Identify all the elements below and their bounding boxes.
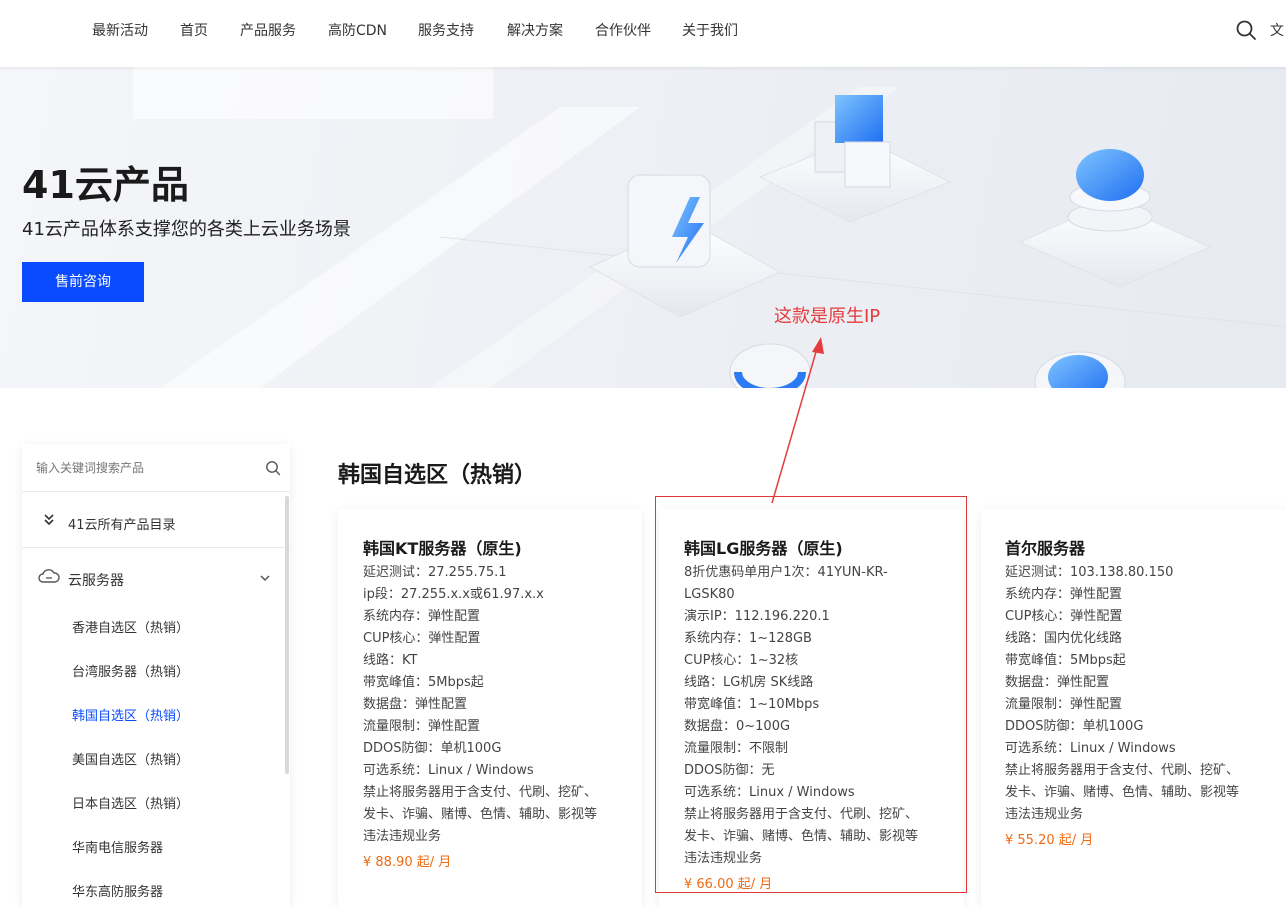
card-line: DDOS防御：无 — [684, 763, 775, 778]
presales-consult-button[interactable]: 售前咨询 — [22, 262, 144, 302]
language-switch[interactable]: 文 — [1270, 20, 1284, 40]
card-line: 违法违规业务 — [363, 829, 442, 844]
nav-item-latest-activities[interactable]: 最新活动 — [92, 20, 148, 40]
card-line: 带宽峰值：5Mbps起 — [1005, 653, 1126, 668]
sidebar-all-products[interactable]: 41云所有产品目录 — [22, 492, 290, 548]
nav-item-products[interactable]: 产品服务 — [240, 20, 296, 40]
card-line: 系统内存：1~128GB — [684, 631, 812, 646]
nav-item-about[interactable]: 关于我们 — [682, 20, 738, 40]
sidebar-search — [22, 444, 290, 492]
card-line: 线路：国内优化线路 — [1005, 631, 1123, 646]
card-line: 系统内存：弹性配置 — [363, 609, 481, 624]
card-line: 发卡、诈骗、赌博、色情、辅助、影视等 — [363, 807, 598, 822]
card-line: CUP核心：弹性配置 — [363, 631, 481, 646]
card-line: 数据盘：弹性配置 — [363, 697, 468, 712]
card-line: 数据盘：弹性配置 — [1005, 675, 1110, 690]
sidebar-item-korea[interactable]: 韩国自选区（热销） — [72, 705, 189, 724]
card-line: 流量限制：弹性配置 — [1005, 697, 1123, 712]
card-line: CUP核心：1~32核 — [684, 653, 799, 668]
section-title: 韩国自选区（热销） — [338, 463, 537, 488]
card-line: 流量限制：弹性配置 — [363, 719, 481, 734]
sidebar-item-japan[interactable]: 日本自选区（热销） — [72, 793, 189, 812]
card-title: 韩国KT服务器（原生) — [363, 539, 522, 558]
card-line: 线路：KT — [363, 653, 418, 668]
card-line: DDOS防御：单机100G — [363, 741, 502, 756]
card-line: 数据盘：0~100G — [684, 719, 791, 734]
double-chevron-down-icon — [42, 512, 56, 526]
card-line: LGSK80 — [684, 587, 735, 602]
card-line: 延迟测试：103.138.80.150 — [1005, 565, 1174, 580]
annotation-label: 这款是原生IP — [774, 306, 881, 327]
top-nav: 最新活动 首页 产品服务 高防CDN 服务支持 解决方案 合作伙伴 关于我们 文 — [0, 0, 1286, 67]
card-line: 可选系统：Linux / Windows — [1005, 741, 1176, 756]
card-title: 韩国LG服务器（原生) — [684, 539, 843, 558]
cloud-icon — [38, 568, 60, 584]
sidebar-item-south-china-telecom[interactable]: 华南电信服务器 — [72, 837, 163, 856]
page: 最新活动 首页 产品服务 高防CDN 服务支持 解决方案 合作伙伴 关于我们 文 — [0, 0, 1286, 907]
card-line: 可选系统：Linux / Windows — [684, 785, 855, 800]
hero-subtitle: 41云产品体系支撑您的各类上云业务场景 — [22, 219, 351, 240]
card-line: 发卡、诈骗、赌博、色情、辅助、影视等 — [1005, 785, 1240, 800]
product-search-input[interactable] — [36, 458, 256, 478]
chevron-down-icon[interactable] — [258, 570, 272, 584]
product-card-seoul[interactable]: 首尔服务器 延迟测试：103.138.80.150 系统内存：弹性配置 CUP核… — [981, 509, 1286, 907]
card-line: 禁止将服务器用于含支付、代刷、挖矿、 — [363, 785, 598, 800]
hero-title: 41云产品 — [22, 163, 189, 207]
card-line: 带宽峰值：5Mbps起 — [363, 675, 484, 690]
card-line: CUP核心：弹性配置 — [1005, 609, 1123, 624]
hero-banner: 41云产品 41云产品体系支撑您的各类上云业务场景 售前咨询 — [0, 67, 1286, 388]
product-card-kt[interactable]: 韩国KT服务器（原生) 延迟测试：27.255.75.1 ip段：27.255.… — [338, 509, 642, 907]
nav-item-home[interactable]: 首页 — [180, 20, 208, 40]
card-line: 延迟测试：27.255.75.1 — [363, 565, 507, 580]
sidebar-item-east-china-ddos[interactable]: 华东高防服务器 — [72, 881, 163, 900]
nav-item-partners[interactable]: 合作伙伴 — [595, 20, 651, 40]
card-line: 带宽峰值：1~10Mbps — [684, 697, 820, 712]
nav-item-support[interactable]: 服务支持 — [418, 20, 474, 40]
card-line: 违法违规业务 — [1005, 807, 1084, 822]
card-price: ¥ 88.90 起/ 月 — [363, 855, 452, 870]
card-price: ¥ 66.00 起/ 月 — [684, 877, 773, 892]
card-line: 禁止将服务器用于含支付、代刷、挖矿、 — [684, 807, 919, 822]
sidebar-item-hongkong[interactable]: 香港自选区（热销） — [72, 617, 189, 636]
sidebar-category-label: 云服务器 — [68, 573, 124, 589]
sidebar-all-products-label: 41云所有产品目录 — [68, 518, 176, 533]
card-line: ip段：27.255.x.x或61.97.x.x — [363, 587, 544, 602]
nav-item-cdn[interactable]: 高防CDN — [328, 20, 387, 40]
card-line: 系统内存：弹性配置 — [1005, 587, 1123, 602]
card-price: ¥ 55.20 起/ 月 — [1005, 833, 1094, 848]
card-line: 违法违规业务 — [684, 851, 763, 866]
sidebar-category-cloud-server[interactable]: 云服务器 — [22, 562, 290, 594]
nav-item-solutions[interactable]: 解决方案 — [507, 20, 563, 40]
sidebar-scrollbar[interactable] — [285, 496, 289, 774]
card-line: 线路：LG机房 SK线路 — [684, 675, 814, 690]
card-line: 演示IP：112.196.220.1 — [684, 609, 830, 624]
search-icon[interactable] — [265, 460, 281, 476]
sidebar-item-taiwan[interactable]: 台湾服务器（热销） — [72, 661, 189, 680]
card-line: 禁止将服务器用于含支付、代刷、挖矿、 — [1005, 763, 1240, 778]
card-title: 首尔服务器 — [1005, 539, 1086, 558]
product-sidebar: 41云所有产品目录 云服务器 香港自选区（热销） 台湾服务器（热销） 韩国自选区… — [22, 444, 290, 907]
search-icon[interactable] — [1235, 19, 1257, 41]
card-line: 可选系统：Linux / Windows — [363, 763, 534, 778]
card-line: DDOS防御：单机100G — [1005, 719, 1144, 734]
product-card-lg[interactable]: 韩国LG服务器（原生) 8折优惠码单用户1次：41YUN-KR- LGSK80 … — [659, 509, 964, 907]
card-line: 流量限制：不限制 — [684, 741, 789, 756]
sidebar-item-usa[interactable]: 美国自选区（热销） — [72, 749, 189, 768]
card-line: 发卡、诈骗、赌博、色情、辅助、影视等 — [684, 829, 919, 844]
card-line: 8折优惠码单用户1次：41YUN-KR- — [684, 565, 888, 580]
